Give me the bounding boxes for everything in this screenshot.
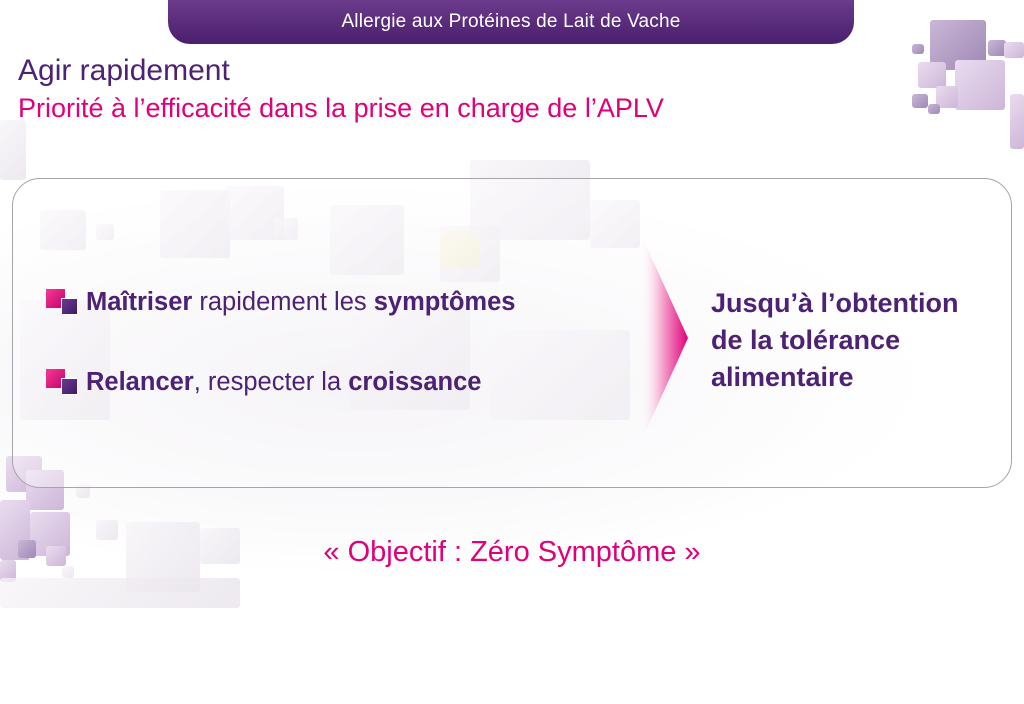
chevron-arrow-icon: [640, 232, 688, 444]
banner-text: Allergie aux Protéines de Lait de Vache: [341, 11, 681, 32]
bullet-keyword: symptômes: [373, 287, 516, 316]
page-subtitle: Priorité à l’efficacité dans la prise en…: [18, 93, 664, 123]
result-line: alimentaire: [711, 362, 854, 392]
bullet-text: rapidement les: [192, 287, 374, 316]
bullet-keyword: croissance: [348, 367, 482, 396]
page-title: Agir rapidement: [18, 54, 230, 87]
bullet-keyword: Relancer: [86, 367, 194, 396]
result-text: Jusqu’à l’obtention de la tolérance alim…: [711, 285, 1011, 396]
slide: Allergie aux Protéines de Lait de Vache …: [0, 0, 1024, 704]
top-banner: Allergie aux Protéines de Lait de Vache: [168, 0, 854, 44]
bullet-keyword: Maîtriser: [86, 287, 193, 316]
bullet-squares-icon: [46, 288, 80, 316]
bullet-squares-icon: [46, 368, 80, 396]
bullet-text: , respecter la: [193, 367, 349, 396]
result-line: Jusqu’à l’obtention: [711, 288, 959, 318]
objective-text: « Objectif : Zéro Symptôme »: [323, 536, 701, 568]
result-line: de la tolérance: [711, 325, 901, 355]
bullet-item: Relancer, respecter la croissance: [46, 364, 481, 400]
bullet-item: Maîtriser rapidement les symptômes: [46, 284, 515, 320]
